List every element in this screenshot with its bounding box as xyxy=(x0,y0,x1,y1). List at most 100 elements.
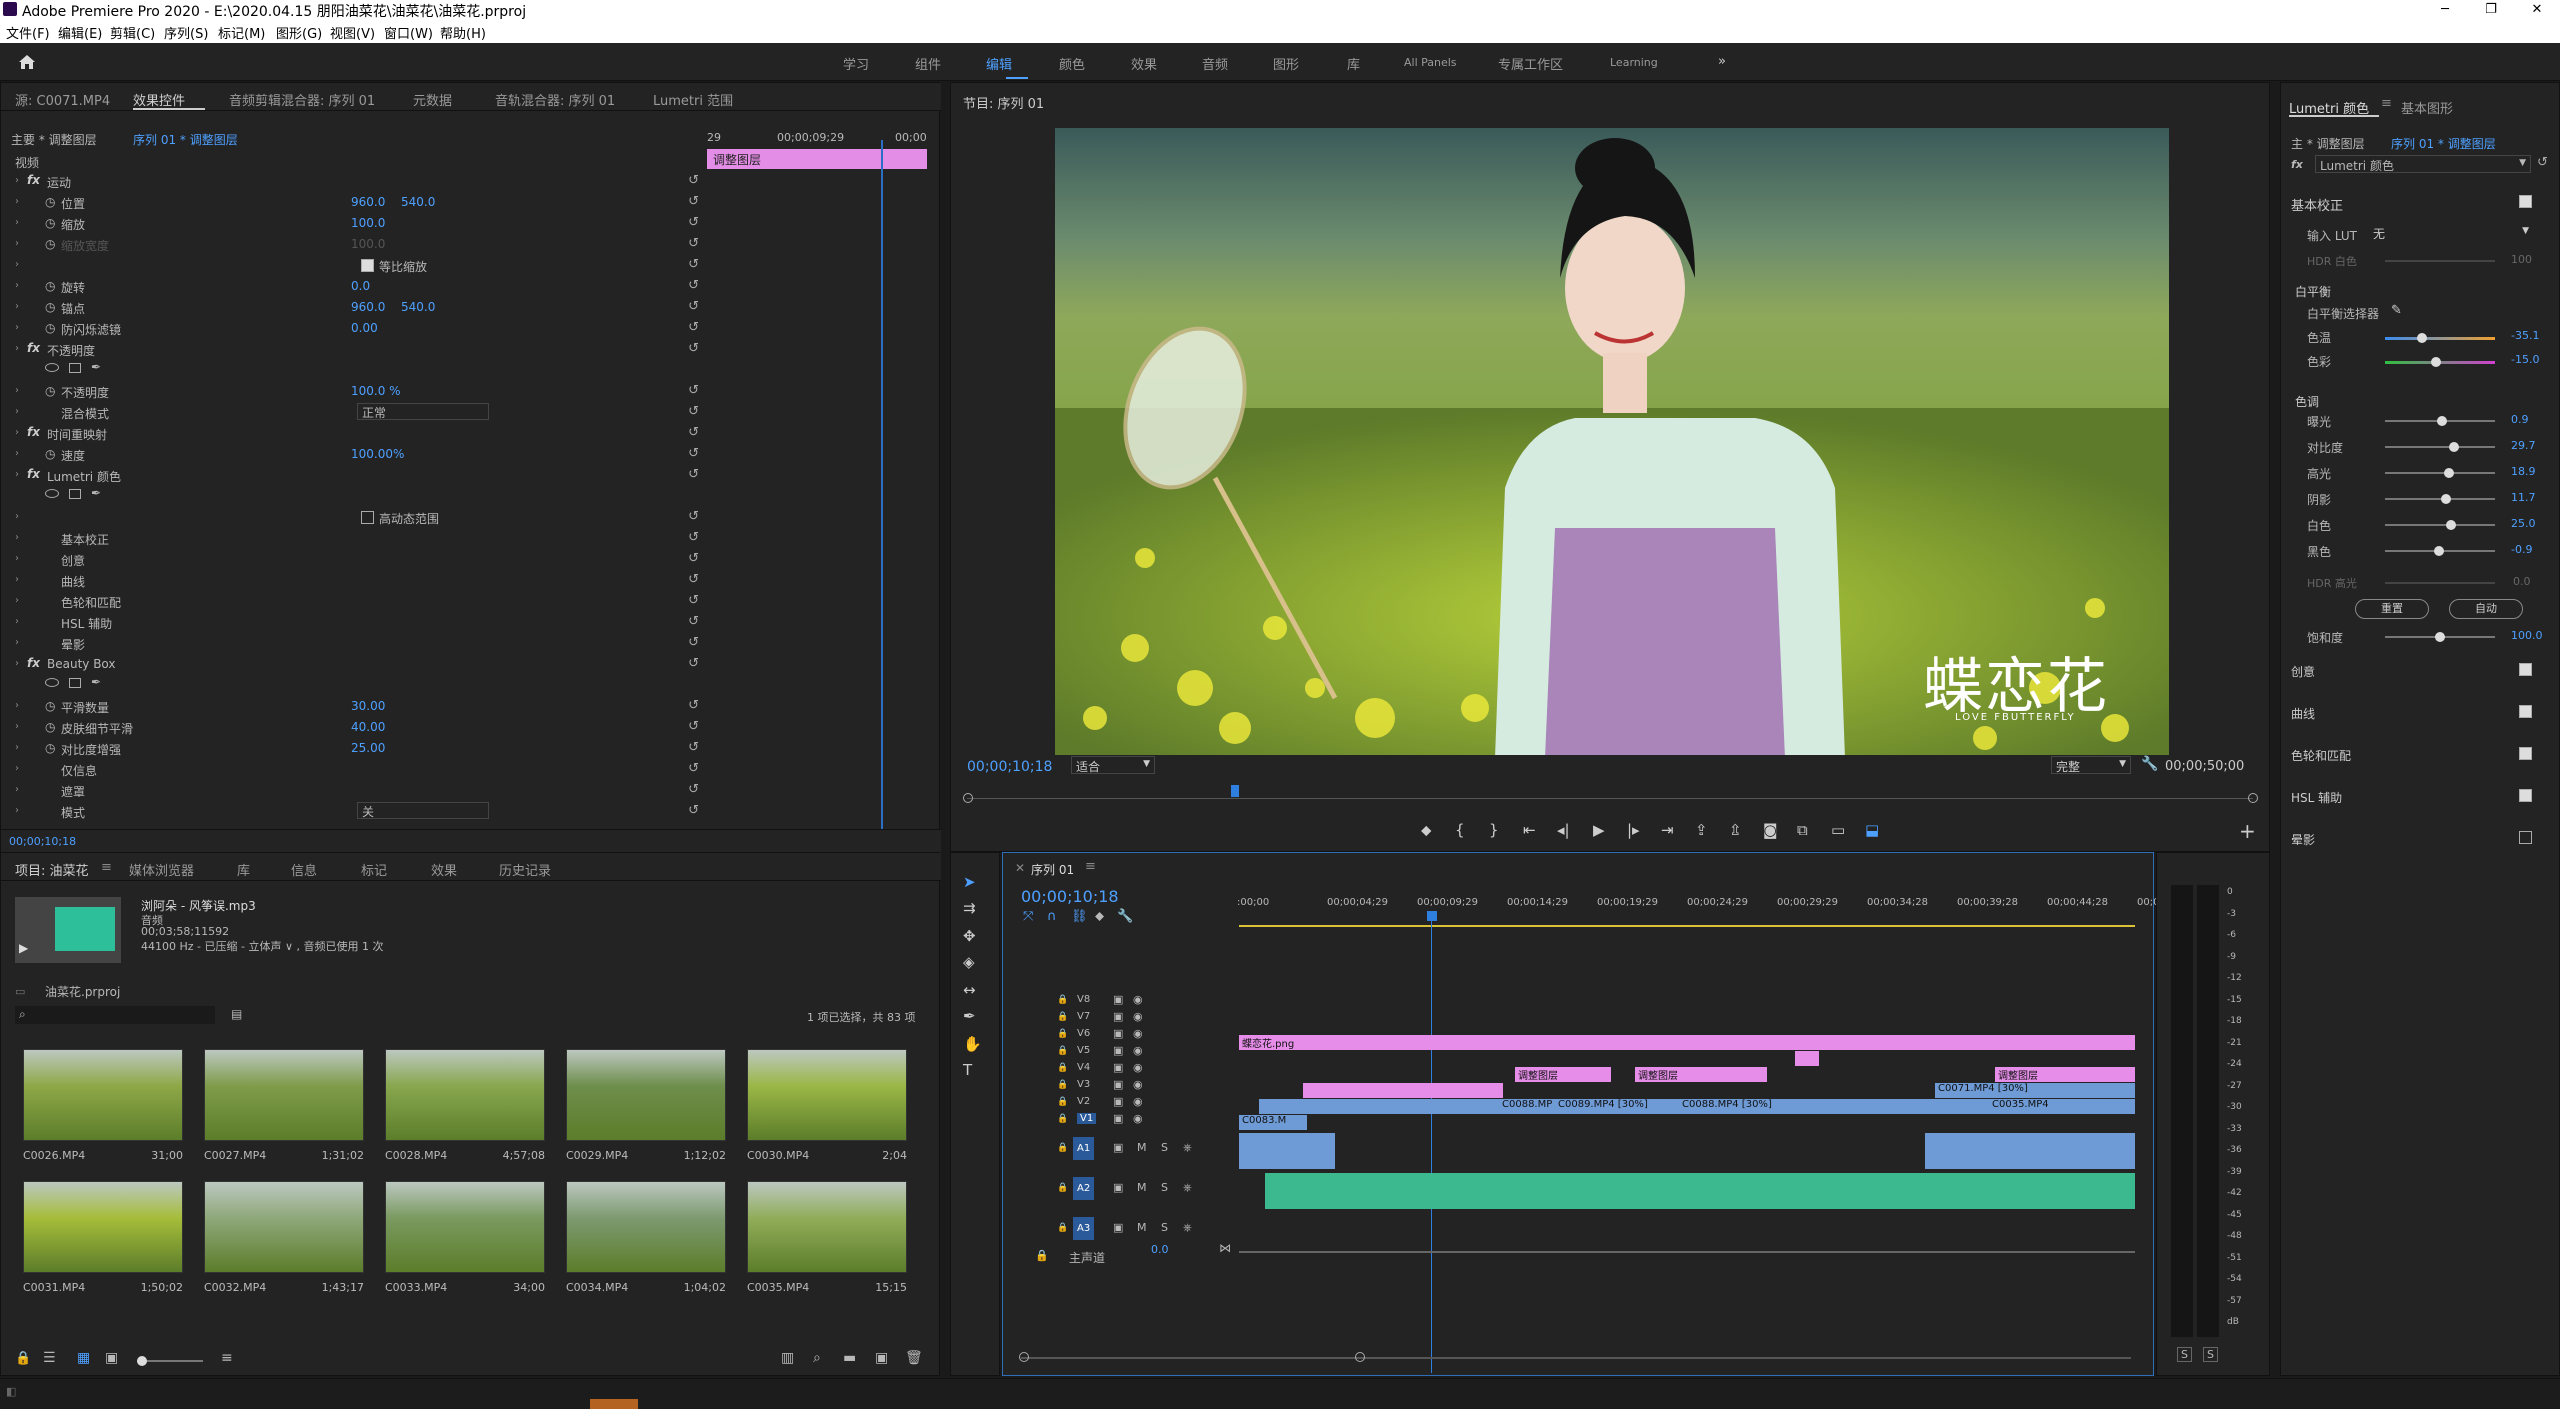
toggle-sync-icon[interactable]: ▣ xyxy=(1113,993,1123,1006)
ripple-edit-tool-icon[interactable]: ✥ xyxy=(963,927,976,945)
close-button[interactable]: ✕ xyxy=(2514,0,2560,19)
lock-icon[interactable]: 🔒 xyxy=(15,1351,31,1366)
effect-row[interactable]: › ◷ 速度 100.00% ↺ xyxy=(1,444,707,465)
reset-icon[interactable]: ↺ xyxy=(688,530,699,545)
button-editor-add-icon[interactable]: + xyxy=(2239,819,2256,843)
stopwatch-icon[interactable]: ◷ xyxy=(45,237,55,251)
reset-icon[interactable]: ↺ xyxy=(688,278,699,293)
preview-play-icon[interactable]: ▶ xyxy=(19,941,28,955)
reset-icon[interactable]: ↺ xyxy=(688,383,699,398)
tone-slider[interactable] xyxy=(2385,546,2495,556)
expand-arrow-icon[interactable]: › xyxy=(15,469,19,480)
effect-value[interactable]: 0.0 xyxy=(351,279,370,293)
toggle-sync-icon[interactable]: ▣ xyxy=(1113,1027,1123,1040)
mute-icon[interactable]: M xyxy=(1137,1221,1147,1234)
reset-icon[interactable]: ↺ xyxy=(688,635,699,650)
checkbox[interactable] xyxy=(361,259,374,272)
workspace-assembly[interactable]: 组件 xyxy=(915,54,941,73)
stopwatch-icon[interactable]: ◷ xyxy=(45,300,55,314)
reset-icon[interactable]: ↺ xyxy=(688,320,699,335)
menu-clip[interactable]: 剪辑(C) xyxy=(110,23,155,42)
tone-slider[interactable] xyxy=(2385,416,2495,426)
lumetri-section-checkbox[interactable] xyxy=(2519,663,2532,676)
toggle-sync-icon[interactable]: ▣ xyxy=(1113,1078,1123,1091)
sequence-tab[interactable]: 序列 01 xyxy=(1031,861,1074,878)
trash-icon[interactable]: 🗑 xyxy=(905,1350,923,1366)
effect-value[interactable]: 100.0 xyxy=(351,216,385,230)
eyedropper-icon[interactable]: ✎ xyxy=(2391,303,2402,318)
new-bin-icon[interactable]: ▬ xyxy=(843,1350,856,1366)
rectangle-mask-icon[interactable] xyxy=(69,489,81,499)
video-track-header[interactable]: 🔒 V5 ▣ ◉ xyxy=(1003,1044,1239,1060)
lumetri-seq-label[interactable]: 序列 01 * 调整图层 xyxy=(2391,135,2496,152)
workspace-custom[interactable]: 专属工作区 xyxy=(1498,54,1563,73)
effect-value[interactable]: 100.0 xyxy=(351,237,385,251)
zoom-slider-knob[interactable] xyxy=(137,1356,147,1366)
expand-arrow-icon[interactable]: › xyxy=(15,595,19,606)
tab-effect-controls[interactable]: 效果控件 xyxy=(133,90,185,109)
mute-icon[interactable]: M xyxy=(1137,1181,1147,1194)
go-to-out-icon[interactable]: ⇥ xyxy=(1661,821,1674,839)
settings-wrench-icon[interactable]: 🔧 xyxy=(2141,756,2158,772)
workspace-learn[interactable]: 学习 xyxy=(843,54,869,73)
reset-icon[interactable]: ↺ xyxy=(688,215,699,230)
microphone-icon[interactable]: ⎈ xyxy=(1183,1181,1192,1195)
rectangle-mask-icon[interactable] xyxy=(69,363,81,373)
expand-arrow-icon[interactable]: › xyxy=(15,805,19,816)
effect-row[interactable]: › 基本校正 ↺ xyxy=(1,528,707,549)
effect-row[interactable]: › 曲线 ↺ xyxy=(1,570,707,591)
zoom-end-handle[interactable] xyxy=(1355,1352,1365,1362)
workspace-editing[interactable]: 编辑 xyxy=(986,54,1012,73)
microphone-icon[interactable]: ⎈ xyxy=(1183,1141,1192,1155)
find-icon[interactable]: ⌕ xyxy=(813,1350,821,1366)
expand-arrow-icon[interactable]: › xyxy=(15,721,19,732)
effect-row[interactable]: › 模式 关 ↺ xyxy=(1,801,707,822)
solo-icon[interactable]: S xyxy=(1161,1141,1168,1154)
effect-value[interactable]: 40.00 xyxy=(351,720,385,734)
media-thumbnail[interactable] xyxy=(23,1181,183,1273)
reset-icon[interactable]: ↺ xyxy=(688,719,699,734)
pen-tool-icon[interactable]: ✒ xyxy=(963,1007,976,1025)
menu-file[interactable]: 文件(F) xyxy=(6,23,50,42)
reset-icon[interactable]: ↺ xyxy=(688,803,699,818)
solo-icon[interactable]: S xyxy=(1161,1181,1168,1194)
tone-slider-value[interactable]: 29.7 xyxy=(2511,439,2536,452)
master-track-toggle-icon[interactable]: ⋈ xyxy=(1219,1241,1231,1255)
zoom-slider[interactable] xyxy=(137,1356,203,1366)
video-track-header[interactable]: 🔒 V6 ▣ ◉ xyxy=(1003,1027,1239,1043)
track-lock-icon[interactable]: 🔒 xyxy=(1057,1029,1068,1039)
razor-tool-icon[interactable]: ◈ xyxy=(963,953,975,971)
program-timecode[interactable]: 00;00;10;18 xyxy=(967,759,1052,775)
expand-arrow-icon[interactable]: › xyxy=(15,784,19,795)
clip-v2-c0088b[interactable]: C0088.MP4 [30%] xyxy=(1679,1099,1989,1114)
clip-v2-a[interactable] xyxy=(1259,1099,1499,1114)
tab-lumetri-scopes[interactable]: Lumetri 范围 xyxy=(653,90,733,109)
scrub-start-handle[interactable] xyxy=(963,793,973,803)
tone-slider-knob[interactable] xyxy=(2433,546,2444,556)
clip-v4-adjust-b[interactable]: 调整图层 xyxy=(1635,1067,1767,1082)
tone-slider-knob[interactable] xyxy=(2446,520,2456,530)
lumetri-section-checkbox[interactable] xyxy=(2519,789,2532,802)
effect-row[interactable]: › 创意 ↺ xyxy=(1,549,707,570)
master-track-lock-icon[interactable]: 🔒 xyxy=(1035,1249,1049,1262)
track-lock-icon[interactable]: 🔒 xyxy=(1057,1046,1068,1056)
panel-menu-icon[interactable]: ≡ xyxy=(1085,859,1096,874)
stopwatch-icon[interactable]: ◷ xyxy=(45,321,55,335)
media-thumbnail[interactable] xyxy=(204,1181,364,1273)
go-to-in-icon[interactable]: ⇤ xyxy=(1523,821,1536,839)
home-icon[interactable] xyxy=(18,53,36,71)
expand-arrow-icon[interactable]: › xyxy=(15,553,19,564)
toggle-sync-icon[interactable]: ▣ xyxy=(1113,1095,1123,1108)
tone-slider[interactable] xyxy=(2385,494,2495,504)
tone-slider-knob[interactable] xyxy=(2443,468,2454,478)
tone-slider[interactable] xyxy=(2385,468,2495,478)
track-name[interactable]: V3 xyxy=(1077,1079,1090,1090)
reset-icon[interactable]: ↺ xyxy=(688,467,699,482)
tone-slider[interactable] xyxy=(2385,520,2495,530)
clip-a1-audio-b[interactable] xyxy=(1925,1133,2135,1169)
saturation-slider[interactable] xyxy=(2385,632,2495,642)
tone-slider-value[interactable]: -0.9 xyxy=(2511,543,2532,556)
effect-row[interactable]: › ◷ 皮肤细节平滑 40.00 ↺ xyxy=(1,717,707,738)
reset-icon[interactable]: ↺ xyxy=(688,509,699,524)
effect-row[interactable]: › 混合模式 正常 ↺ xyxy=(1,402,707,423)
